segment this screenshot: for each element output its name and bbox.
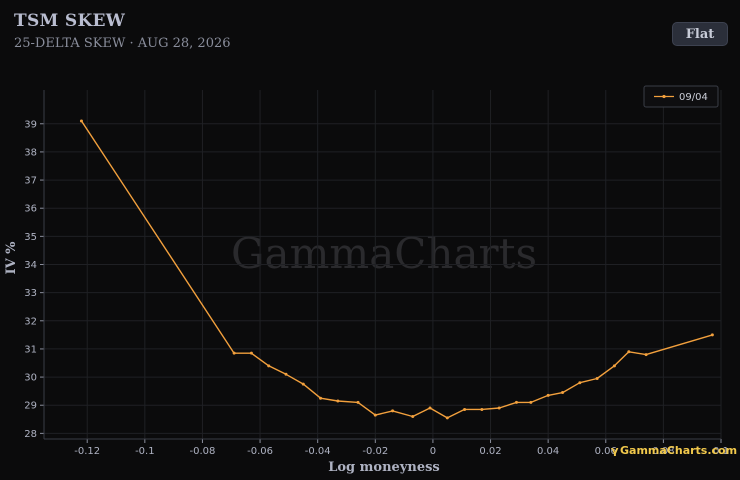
data-point (428, 406, 432, 410)
data-point (463, 407, 467, 411)
data-point (497, 406, 501, 410)
data-point (301, 382, 305, 386)
data-point (391, 409, 395, 413)
data-point (284, 372, 288, 376)
y-tick-label: 34 (24, 260, 37, 271)
y-tick-label: 33 (24, 288, 37, 299)
legend: 09/04 (643, 85, 719, 108)
x-axis-label: Log moneyness (328, 460, 440, 475)
y-axis-label: IV % (4, 241, 19, 275)
y-tick-label: 39 (24, 119, 37, 130)
data-point (514, 400, 518, 404)
data-point (529, 400, 533, 404)
x-tick-label: -0.04 (305, 446, 331, 457)
y-tick-label: 35 (24, 232, 37, 243)
data-point (411, 414, 415, 418)
x-tick-label: 0 (430, 446, 436, 457)
y-tick-labels: 28 29 30 31 32 33 34 35 36 37 38 39 (24, 119, 37, 440)
data-point (480, 407, 484, 411)
data-point (627, 350, 631, 354)
y-tick-label: 32 (24, 316, 37, 327)
data-point (561, 391, 565, 395)
x-tick-label: -0.02 (362, 446, 388, 457)
x-tick-label: -0.06 (247, 446, 273, 457)
data-point (373, 413, 377, 417)
data-point (595, 376, 599, 380)
data-point (356, 400, 360, 404)
x-tick-label: -0.08 (190, 446, 216, 457)
y-tick-label: 36 (24, 204, 37, 215)
data-point (578, 381, 582, 385)
y-tick-label: 31 (24, 344, 37, 355)
data-point (249, 351, 253, 355)
brand-mark: γ GammaCharts.com (611, 444, 737, 457)
data-point (445, 416, 449, 420)
brand-icon: γ (611, 444, 619, 457)
x-tick-label: -0.1 (135, 446, 155, 457)
data-point (319, 396, 323, 400)
y-tick-label: 29 (24, 401, 37, 412)
data-point (79, 119, 83, 123)
data-point (710, 333, 714, 337)
legend-label-09-04: 09/04 (679, 92, 708, 103)
x-tick-label: 0.02 (479, 446, 501, 457)
y-tick-label: 28 (24, 429, 37, 440)
data-point (612, 364, 616, 368)
y-tick-label: 38 (24, 147, 37, 158)
y-tick-label: 37 (24, 176, 37, 187)
legend-marker (662, 94, 666, 99)
y-tick-label: 30 (24, 373, 37, 384)
data-point (267, 364, 271, 368)
grid-lines (44, 90, 722, 439)
x-tick-label: 0.04 (537, 446, 559, 457)
data-point (336, 399, 340, 403)
data-point (546, 393, 550, 397)
brand-text: GammaCharts.com (620, 444, 737, 457)
skew-chart: GammaCharts -0.12 -0.1 -0.08 -0.06 -0.04 -0.0… (4, 85, 737, 475)
x-tick-label: -0.12 (74, 446, 100, 457)
data-point (644, 353, 648, 357)
data-point (232, 351, 236, 355)
